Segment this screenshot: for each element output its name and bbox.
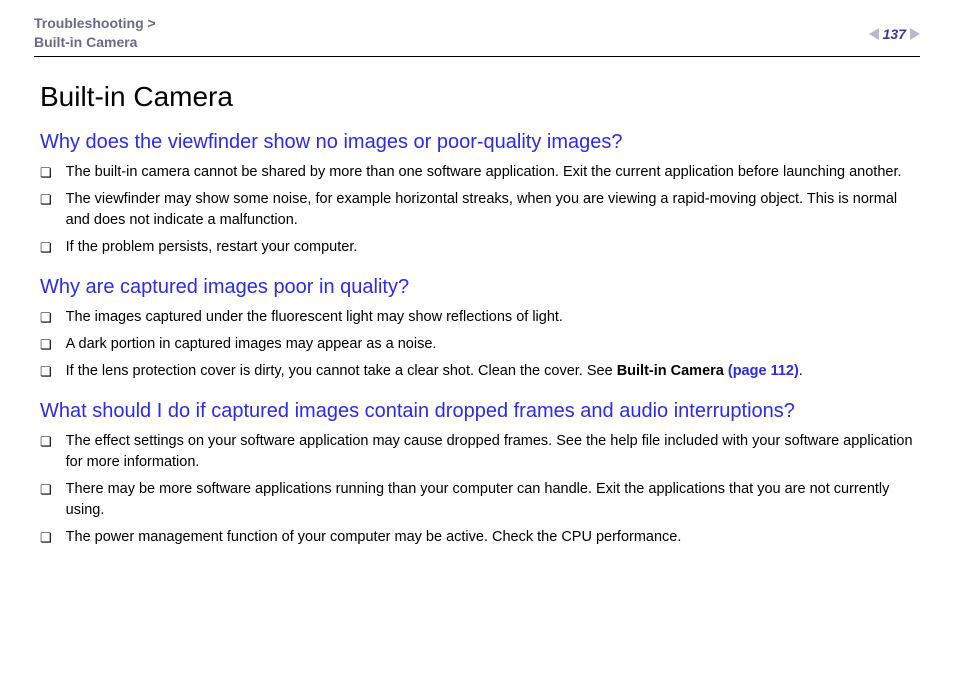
page-header: Troubleshooting > Built-in Camera 137 bbox=[34, 14, 920, 57]
bullet-icon: ❏ bbox=[40, 433, 52, 452]
list-item: ❏ If the lens protection cover is dirty,… bbox=[40, 361, 914, 382]
list-item-text: If the problem persists, restart your co… bbox=[66, 237, 914, 258]
next-page-icon[interactable] bbox=[910, 28, 920, 40]
list-item: ❏ There may be more software application… bbox=[40, 479, 914, 521]
list-item: ❏ The effect settings on your software a… bbox=[40, 431, 914, 473]
list-item: ❏ A dark portion in captured images may … bbox=[40, 334, 914, 355]
bullet-list: ❏ The built-in camera cannot be shared b… bbox=[40, 162, 914, 258]
text-fragment: If the lens protection cover is dirty, y… bbox=[66, 363, 617, 379]
prev-page-icon[interactable] bbox=[869, 28, 879, 40]
bullet-icon: ❏ bbox=[40, 481, 52, 500]
list-item-text: If the lens protection cover is dirty, y… bbox=[66, 361, 914, 382]
bullet-icon: ❏ bbox=[40, 239, 52, 258]
bullet-list: ❏ The effect settings on your software a… bbox=[40, 431, 914, 548]
bullet-icon: ❏ bbox=[40, 529, 52, 548]
list-item-text: The effect settings on your software app… bbox=[66, 431, 914, 473]
bullet-icon: ❏ bbox=[40, 336, 52, 355]
page-number: 137 bbox=[883, 26, 906, 42]
bullet-icon: ❏ bbox=[40, 191, 52, 210]
list-item: ❏ The built-in camera cannot be shared b… bbox=[40, 162, 914, 183]
list-item: ❏ The power management function of your … bbox=[40, 527, 914, 548]
bullet-icon: ❏ bbox=[40, 363, 52, 382]
list-item-text: There may be more software applications … bbox=[66, 479, 914, 521]
breadcrumb-line-2: Built-in Camera bbox=[34, 33, 156, 52]
list-item-text: A dark portion in captured images may ap… bbox=[66, 334, 914, 355]
section-heading: What should I do if captured images cont… bbox=[40, 400, 914, 423]
list-item: ❏ The viewfinder may show some noise, fo… bbox=[40, 189, 914, 231]
list-item-text: The power management function of your co… bbox=[66, 527, 914, 548]
list-item: ❏ The images captured under the fluoresc… bbox=[40, 307, 914, 328]
list-item-text: The viewfinder may show some noise, for … bbox=[66, 189, 914, 231]
section-heading: Why does the viewfinder show no images o… bbox=[40, 131, 914, 154]
inline-bold: Built-in Camera bbox=[617, 363, 728, 379]
page-reference-link[interactable]: (page 112) bbox=[728, 363, 799, 379]
bullet-icon: ❏ bbox=[40, 309, 52, 328]
pager: 137 bbox=[869, 14, 920, 42]
breadcrumb: Troubleshooting > Built-in Camera bbox=[34, 14, 156, 52]
section-heading: Why are captured images poor in quality? bbox=[40, 276, 914, 299]
bullet-icon: ❏ bbox=[40, 164, 52, 183]
page-title: Built-in Camera bbox=[40, 81, 914, 113]
bullet-list: ❏ The images captured under the fluoresc… bbox=[40, 307, 914, 382]
page: Troubleshooting > Built-in Camera 137 Bu… bbox=[0, 0, 954, 548]
list-item-text: The images captured under the fluorescen… bbox=[66, 307, 914, 328]
list-item-text: The built-in camera cannot be shared by … bbox=[66, 162, 914, 183]
page-content: Built-in Camera Why does the viewfinder … bbox=[34, 81, 920, 548]
text-fragment: . bbox=[799, 363, 803, 379]
breadcrumb-line-1: Troubleshooting > bbox=[34, 14, 156, 33]
list-item: ❏ If the problem persists, restart your … bbox=[40, 237, 914, 258]
